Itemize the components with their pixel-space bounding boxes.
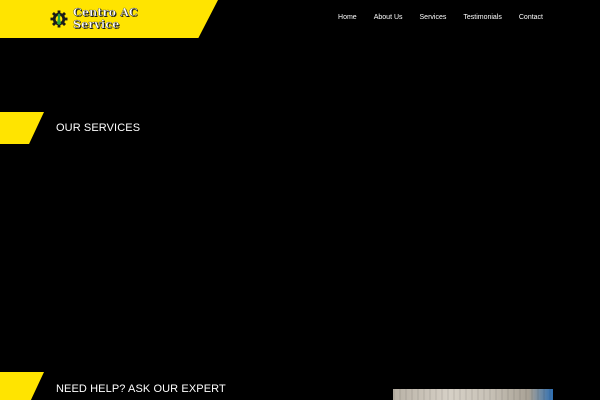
nav-home[interactable]: Home	[338, 14, 357, 21]
nav-testimonials[interactable]: Testimonials	[463, 14, 502, 21]
services-heading: OUR SERVICES	[56, 122, 141, 134]
page: Centro AC Service Home About Us Services…	[0, 0, 600, 400]
nav-contact[interactable]: Contact	[519, 14, 543, 21]
help-accent-tab	[0, 372, 44, 400]
expert-image	[393, 389, 553, 400]
nav-services[interactable]: Services	[420, 14, 447, 21]
site-header: Centro AC Service Home About Us Services…	[0, 0, 600, 38]
gear-wrench-icon	[50, 10, 68, 28]
main-nav: Home About Us Services Testimonials Cont…	[338, 14, 543, 21]
help-heading: NEED HELP? ASK OUR EXPERT	[56, 383, 226, 395]
site-logo[interactable]: Centro AC Service	[49, 4, 138, 34]
nav-about-us[interactable]: About Us	[374, 14, 403, 21]
services-accent-tab	[0, 112, 44, 144]
logo-text: Centro AC Service	[73, 6, 138, 31]
